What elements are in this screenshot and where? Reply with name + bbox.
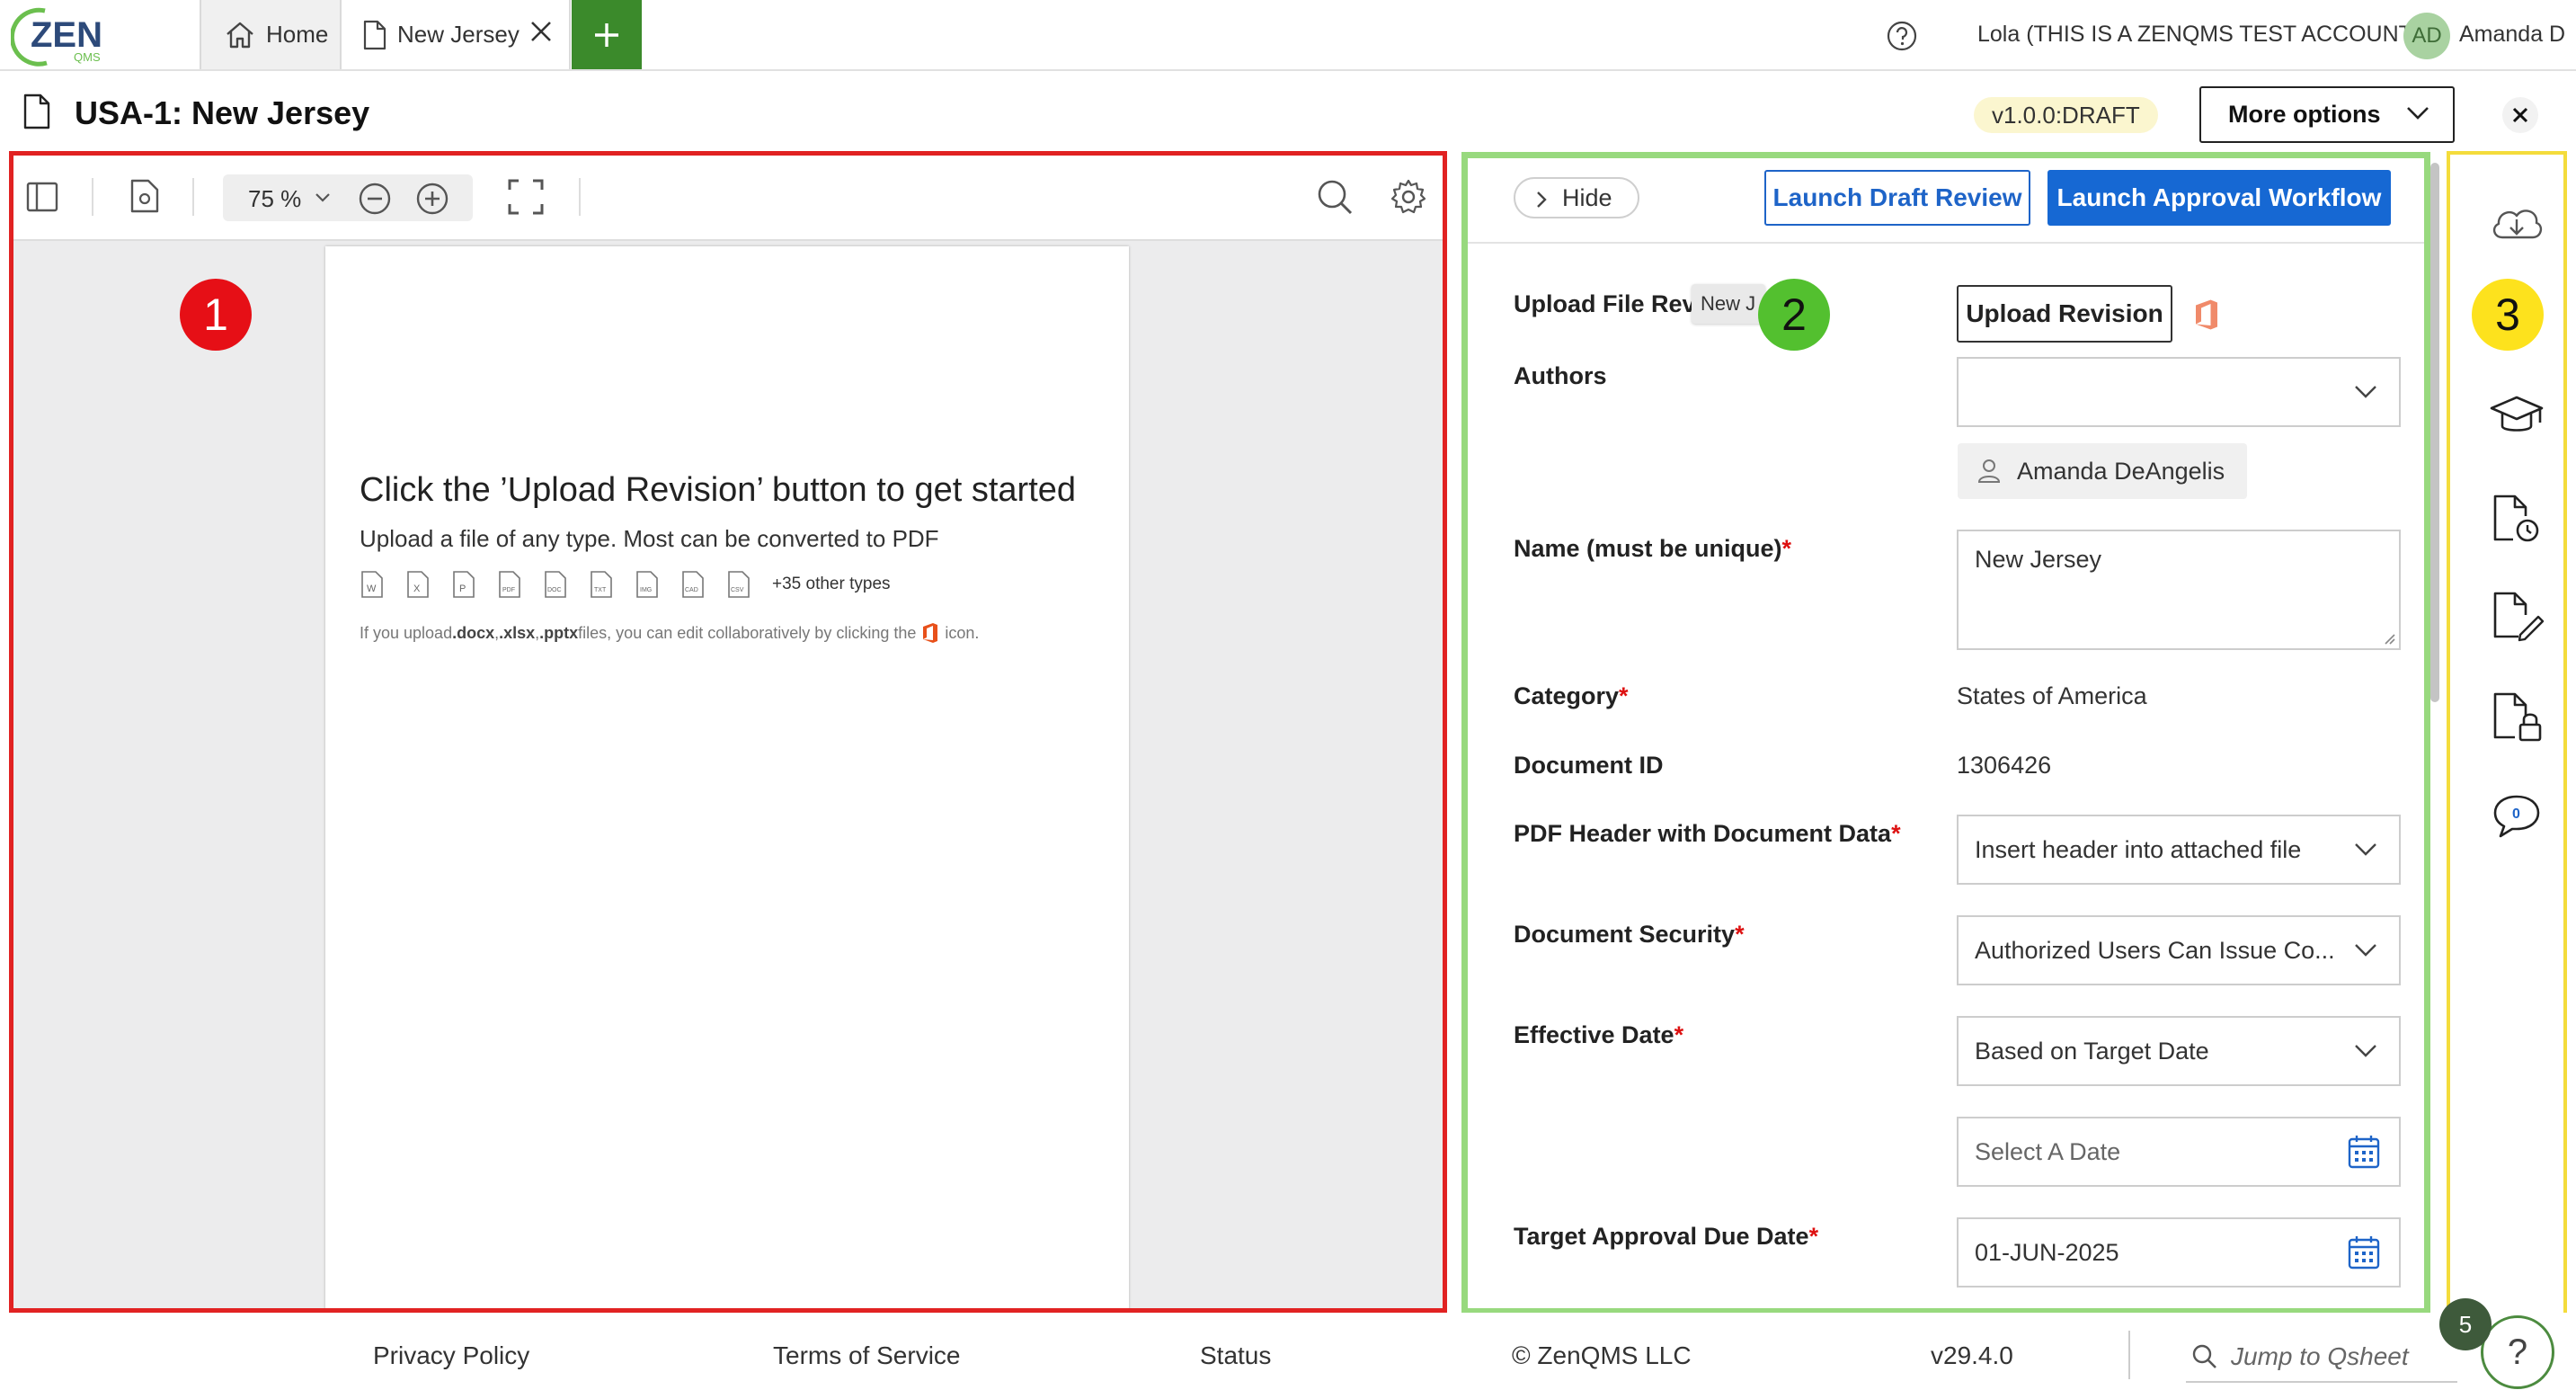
help-icon[interactable]: [1886, 20, 1918, 52]
tab-home-label: Home: [266, 21, 329, 48]
top-bar: ZEN QMS Home New Jersey Lola (THIS IS A …: [0, 0, 2576, 71]
tab-new-jersey[interactable]: New Jersey: [342, 0, 571, 69]
close-document-button[interactable]: [2502, 97, 2538, 133]
user-name[interactable]: Amanda D: [2459, 22, 2565, 48]
privacy-policy-link[interactable]: Privacy Policy: [373, 1341, 529, 1370]
document-icon: [23, 94, 50, 129]
annotation-badge-1: 1: [180, 279, 252, 351]
terms-of-service-link[interactable]: Terms of Service: [773, 1341, 961, 1370]
close-icon: [2511, 106, 2529, 124]
annotation-badge-3: 3: [2472, 279, 2544, 351]
close-tab-icon[interactable]: [528, 18, 555, 45]
chevron-down-icon: [2406, 106, 2429, 120]
avatar[interactable]: AD: [2403, 13, 2450, 59]
copyright: © ZenQMS LLC: [1512, 1341, 1692, 1369]
tab-new-jersey-label: New Jersey: [397, 21, 520, 48]
home-icon: [225, 21, 255, 49]
more-options-button[interactable]: More options: [2199, 86, 2455, 143]
search-icon: [2191, 1343, 2218, 1370]
document-icon: [363, 20, 386, 50]
more-options-label: More options: [2228, 101, 2381, 128]
annotation-frame-form: [1461, 152, 2430, 1314]
plus-icon: [591, 20, 622, 50]
qsheet-search-input[interactable]: [2231, 1342, 2447, 1371]
help-button[interactable]: ?: [2481, 1315, 2554, 1389]
page-title: USA-1: New Jersey: [75, 94, 370, 131]
account-name[interactable]: Lola (THIS IS A ZENQMS TEST ACCOUNT): [1977, 22, 2420, 48]
help-count-badge: 5: [2439, 1298, 2492, 1350]
qsheet-search: [2186, 1332, 2457, 1383]
logo-sub: QMS: [74, 50, 101, 64]
zenqms-logo[interactable]: ZEN QMS: [11, 4, 110, 68]
tab-home[interactable]: Home: [200, 0, 342, 69]
app-version: v29.4.0: [1931, 1341, 2013, 1369]
logo-text: ZEN: [31, 15, 102, 55]
status-link[interactable]: Status: [1200, 1341, 1271, 1370]
annotation-badge-2: 2: [1758, 279, 1830, 351]
footer-divider: [2128, 1331, 2130, 1379]
version-badge: v1.0.0:DRAFT: [1974, 97, 2158, 133]
add-tab-button[interactable]: [572, 0, 642, 69]
